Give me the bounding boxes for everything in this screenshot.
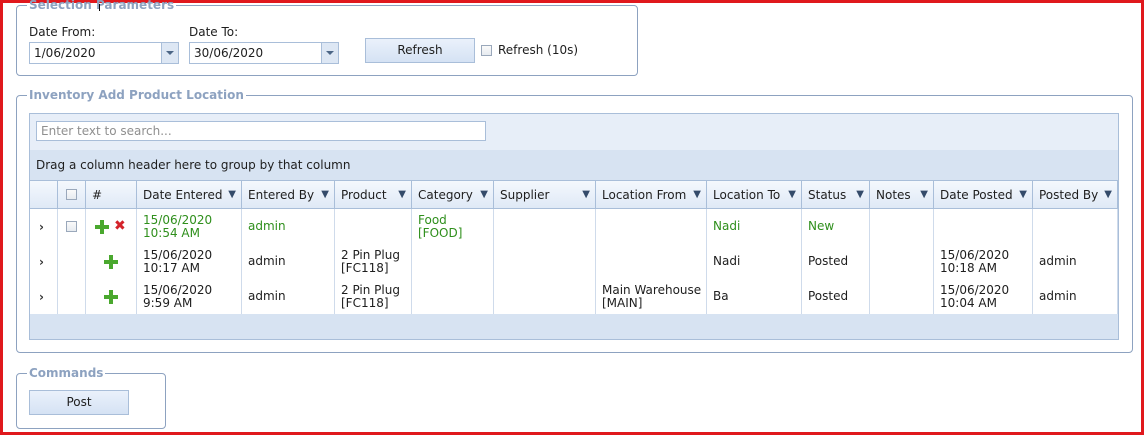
table-row[interactable]: › 15/06/2020 9:59 AM admin 2 Pin Plug [FC1… [30, 279, 1118, 315]
chevron-right-icon[interactable]: › [39, 290, 44, 304]
inventory-legend: Inventory Add Product Location [29, 88, 244, 102]
refresh-button[interactable]: Refresh [365, 38, 475, 63]
auto-refresh-label: Refresh (10s) [498, 43, 579, 57]
text-cursor-icon: I [98, 3, 101, 14]
plus-icon[interactable] [104, 255, 118, 269]
column-header-posted-by[interactable]: Posted By ▼ [1033, 181, 1118, 209]
column-header-notes[interactable]: Notes ▼ [870, 181, 934, 209]
date-to-label: Date To: [189, 25, 239, 39]
filter-icon[interactable]: ▼ [398, 189, 406, 200]
auto-refresh-checkbox[interactable] [481, 45, 492, 56]
date-from-field[interactable]: 1/06/2020 [29, 42, 179, 64]
filter-icon[interactable]: ▼ [693, 189, 701, 200]
commands-legend: Commands [29, 366, 104, 380]
date-from-value: 1/06/2020 [34, 46, 96, 60]
filter-icon[interactable]: ▼ [1104, 189, 1112, 200]
date-to-field[interactable]: 30/06/2020 [189, 42, 339, 64]
column-header-category[interactable]: Category ▼ [412, 181, 494, 209]
filter-icon[interactable]: ▼ [228, 189, 236, 200]
table-row[interactable]: › 15/06/2020 10:17 AM admin 2 Pin Plug [FC… [30, 244, 1118, 280]
group-by-panel[interactable]: Drag a column header here to group by th… [30, 150, 1118, 181]
date-from-dropdown-button[interactable] [161, 43, 178, 63]
column-header-date-posted[interactable]: Date Posted ▼ [934, 181, 1033, 209]
date-to-value: 30/06/2020 [194, 46, 264, 60]
grid-search-input[interactable]: Enter text to search... [36, 121, 486, 141]
header-select-column [58, 181, 86, 209]
date-from-label: Date From: [29, 25, 96, 39]
column-header-supplier[interactable]: Supplier ▼ [494, 181, 596, 209]
select-all-checkbox[interactable] [66, 189, 77, 200]
column-header-entered-by[interactable]: Entered By ▼ [242, 181, 335, 209]
filter-icon[interactable]: ▼ [788, 189, 796, 200]
column-header-status[interactable]: Status ▼ [802, 181, 870, 209]
post-button[interactable]: Post [29, 390, 129, 415]
grid-footer [30, 314, 1118, 339]
selection-parameters-group: Selection Parameters [16, 0, 638, 76]
plus-icon[interactable] [95, 220, 109, 234]
column-header-product[interactable]: Product ▼ [335, 181, 412, 209]
chevron-down-icon [166, 51, 174, 55]
selection-parameters-legend: Selection Parameters [29, 0, 175, 12]
filter-icon[interactable]: ▼ [321, 189, 329, 200]
inventory-grid: Enter text to search... Drag a column he… [29, 113, 1119, 340]
column-header-date-entered[interactable]: Date Entered ▼ [137, 181, 242, 209]
plus-icon[interactable] [104, 290, 118, 304]
filter-icon[interactable]: ▼ [582, 189, 590, 200]
grid-search-bar: Enter text to search... [30, 114, 1118, 151]
group-by-hint: Drag a column header here to group by th… [36, 158, 351, 172]
chevron-right-icon[interactable]: › [39, 220, 44, 234]
filter-icon[interactable]: ▼ [1019, 189, 1027, 200]
filter-icon[interactable]: ▼ [480, 189, 488, 200]
header-expand-column [30, 181, 58, 209]
column-header-location-to[interactable]: Location To ▼ [707, 181, 802, 209]
column-header-number[interactable]: # [86, 181, 137, 209]
row-select-checkbox[interactable] [66, 221, 77, 232]
table-row[interactable]: › ✖ 15/06/2020 10:54 AM admin Food [FOOD] … [30, 209, 1118, 245]
chevron-down-icon [326, 51, 334, 55]
chevron-right-icon[interactable]: › [39, 255, 44, 269]
filter-icon[interactable]: ▼ [856, 189, 864, 200]
column-header-location-from[interactable]: Location From ▼ [596, 181, 707, 209]
filter-icon[interactable]: ▼ [920, 189, 928, 200]
delete-icon[interactable]: ✖ [114, 218, 126, 234]
date-to-dropdown-button[interactable] [321, 43, 338, 63]
